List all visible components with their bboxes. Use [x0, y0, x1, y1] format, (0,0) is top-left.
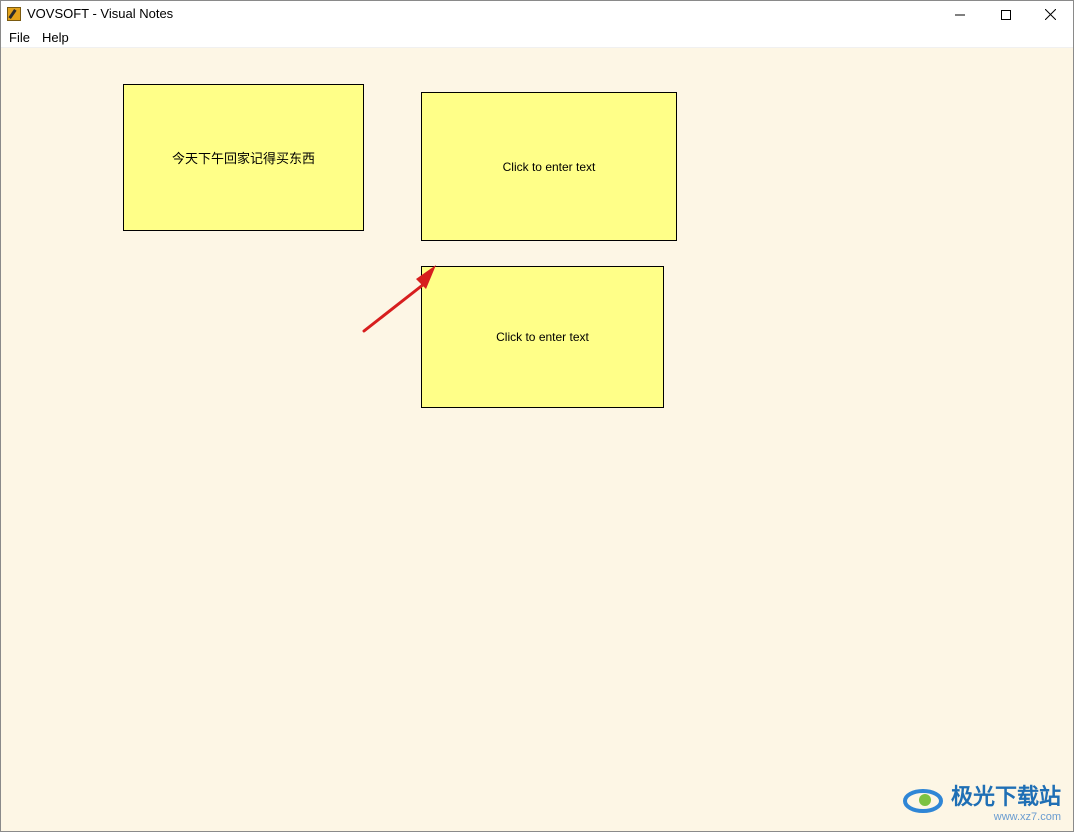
watermark-url: www.xz7.com [993, 811, 1061, 823]
pencil-app-icon [7, 7, 21, 21]
maximize-button[interactable] [983, 1, 1029, 28]
menu-file[interactable]: File [9, 30, 30, 45]
watermark-text: 极光下载站 [950, 785, 1061, 810]
title-bar[interactable]: VOVSOFT - Visual Notes [1, 1, 1073, 28]
notes-canvas[interactable]: 今天下午回家记得买东西 Click to enter text Click to… [1, 48, 1073, 831]
close-button[interactable] [1027, 1, 1073, 28]
maximize-icon [1001, 9, 1011, 20]
watermark-logo-icon [902, 789, 943, 813]
minimize-icon [955, 14, 965, 15]
red-arrow-icon [362, 265, 436, 333]
sticky-note-3[interactable]: Click to enter text [421, 266, 664, 408]
menu-bar: File Help [1, 28, 1073, 48]
minimize-button[interactable] [937, 1, 983, 28]
menu-help[interactable]: Help [42, 30, 69, 45]
window-title: VOVSOFT - Visual Notes [27, 6, 174, 21]
sticky-note-1[interactable]: 今天下午回家记得买东西 [123, 84, 364, 231]
watermark: 极光下载站 www.xz7.com [901, 779, 1061, 823]
sticky-note-2[interactable]: Click to enter text [421, 92, 677, 241]
close-icon [1044, 9, 1056, 20]
app-window: VOVSOFT - Visual Notes File Help 今天下午回家记… [0, 0, 1074, 832]
